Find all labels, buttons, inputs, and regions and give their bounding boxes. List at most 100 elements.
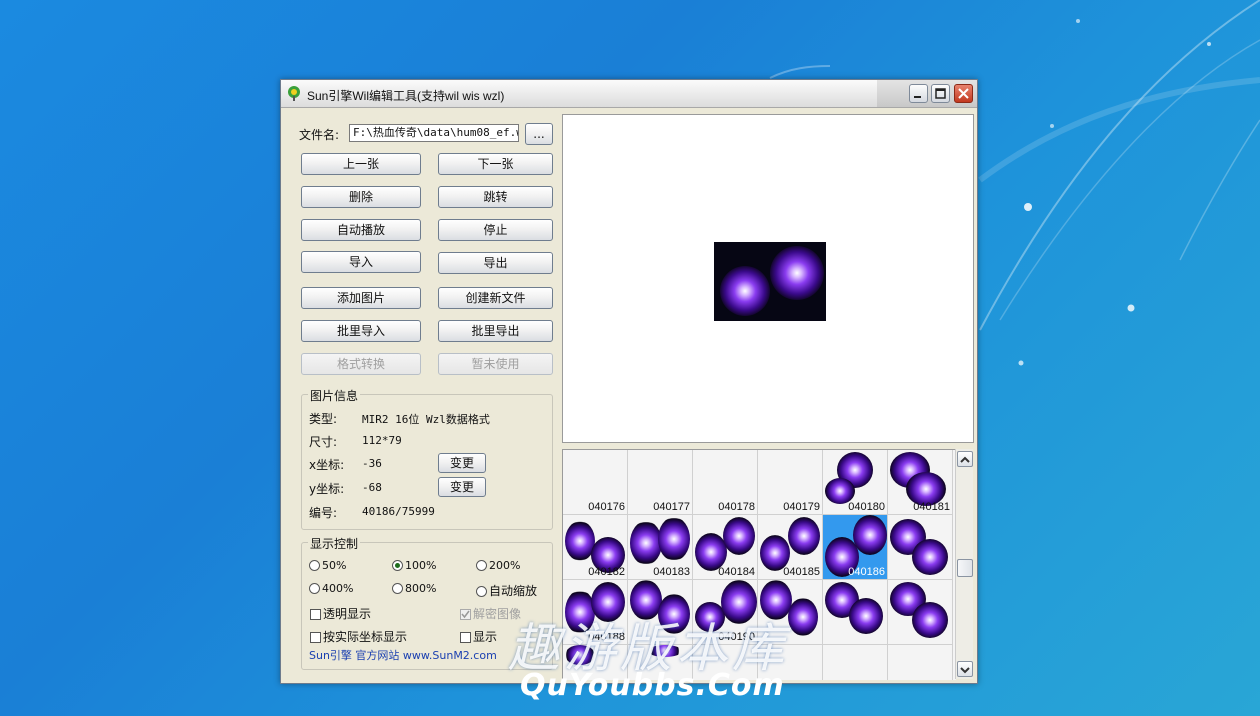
change-x-button[interactable]: 变更 xyxy=(438,453,486,473)
thumbnail-sprite xyxy=(658,594,690,634)
x-coord-label: x坐标: xyxy=(309,458,345,472)
file-path-input[interactable]: F:\热血传奇\data\hum08_ef.w: xyxy=(349,124,519,142)
thumbnail-sprite xyxy=(721,580,757,624)
browse-button[interactable]: ... xyxy=(525,123,553,145)
thumbnail-grid[interactable]: 040176 040177 040178 040179 040180 040181 0401… xyxy=(562,449,956,680)
image-info-title: 图片信息 xyxy=(308,387,361,404)
maximize-icon xyxy=(935,88,946,99)
import-button[interactable]: 导入 xyxy=(301,251,421,273)
thumbnail-cell[interactable]: 040176 xyxy=(563,450,628,515)
y-coord-label: y坐标: xyxy=(309,482,345,496)
image-id-value: 40186/75999 xyxy=(362,505,435,518)
window-title: Sun引擎Wil编辑工具(支持wil wis wzl) xyxy=(307,89,505,103)
thumbnail-scrollbar[interactable] xyxy=(955,449,973,679)
check-icon xyxy=(461,610,470,619)
thumbnail-cell[interactable]: 040188 xyxy=(563,580,628,645)
thumbnail-cell[interactable] xyxy=(563,645,628,680)
thumbnail-number: 040181 xyxy=(913,501,950,513)
thumbnail-cell[interactable] xyxy=(628,580,693,645)
actual-coords-checkbox[interactable]: 按实际坐标显示 xyxy=(310,628,407,645)
thumbnail-sprite xyxy=(853,515,887,555)
thumbnail-number: 040182 xyxy=(588,566,625,578)
checkbox-box xyxy=(460,632,471,643)
unused-button[interactable]: 暂未使用 xyxy=(438,353,553,375)
thumbnail-number: 040190 xyxy=(718,631,755,643)
thumbnail-cell[interactable]: 040182 xyxy=(563,515,628,580)
control-panel: 文件名: F:\热血传奇\data\hum08_ef.w: ... 上一张 下一… xyxy=(281,108,559,683)
next-button[interactable]: 下一张 xyxy=(438,153,553,175)
thumbnail-cell[interactable]: 040183 xyxy=(628,515,693,580)
thumbnail-cell[interactable]: 040178 xyxy=(693,450,758,515)
display-control-title: 显示控制 xyxy=(308,535,361,552)
size-value: 112*79 xyxy=(362,434,402,447)
jump-button[interactable]: 跳转 xyxy=(438,186,553,208)
checkbox-box xyxy=(310,609,321,620)
thumbnail-sprite xyxy=(788,598,818,636)
thumbnail-number: 040179 xyxy=(783,501,820,513)
stop-button[interactable]: 停止 xyxy=(438,219,553,241)
zoom-800-radio[interactable]: 800% xyxy=(392,582,436,595)
minimize-button[interactable] xyxy=(909,84,928,103)
autoplay-button[interactable]: 自动播放 xyxy=(301,219,421,241)
thumbnail-cell[interactable]: 040186 xyxy=(823,515,888,580)
radio-circle xyxy=(476,560,487,571)
maximize-button[interactable] xyxy=(931,84,950,103)
thumbnail-sprite xyxy=(630,521,662,565)
scroll-up-button[interactable] xyxy=(957,451,973,467)
batch-import-button[interactable]: 批里导入 xyxy=(301,320,421,342)
convert-button[interactable]: 格式转换 xyxy=(301,353,421,375)
thumbnail-cell[interactable] xyxy=(888,580,953,645)
change-y-button[interactable]: 变更 xyxy=(438,477,486,497)
decrypt-checkbox[interactable]: 解密图像 xyxy=(460,605,521,622)
thumbnail-cell[interactable] xyxy=(628,645,693,680)
thumbnail-cell[interactable] xyxy=(888,515,953,580)
checkbox-box-checked xyxy=(460,609,471,620)
title-bar[interactable]: Sun引擎Wil编辑工具(支持wil wis wzl) xyxy=(281,80,977,108)
thumbnail-cell[interactable] xyxy=(823,580,888,645)
zoom-50-radio[interactable]: 50% xyxy=(309,559,346,572)
export-button[interactable]: 导出 xyxy=(438,252,553,274)
type-value: MIR2 16位 Wzl数据格式 xyxy=(362,413,490,426)
thumbnail-cell[interactable]: 040180 xyxy=(823,450,888,515)
minimize-icon xyxy=(914,96,921,98)
batch-export-button[interactable]: 批里导出 xyxy=(438,320,553,342)
thumbnail-cell[interactable]: 040179 xyxy=(758,450,823,515)
show-other-checkbox[interactable]: 显示 xyxy=(460,628,497,645)
thumbnail-number: 040178 xyxy=(718,501,755,513)
create-file-button[interactable]: 创建新文件 xyxy=(438,287,553,309)
thumbnail-cell[interactable]: 040177 xyxy=(628,450,693,515)
thumbnail-cell[interactable] xyxy=(823,645,888,680)
thumbnail-cell[interactable]: 040184 xyxy=(693,515,758,580)
thumbnail-sprite xyxy=(648,645,682,657)
scroll-thumb[interactable] xyxy=(957,559,973,577)
image-info-group: 图片信息 类型: MIR2 16位 Wzl数据格式 尺寸: 112*79 x坐标… xyxy=(301,387,553,530)
thumbnail-cell[interactable] xyxy=(758,580,823,645)
zoom-200-radio[interactable]: 200% xyxy=(476,559,520,572)
image-preview xyxy=(562,114,974,443)
add-image-button[interactable]: 添加图片 xyxy=(301,287,421,309)
thumbnail-number: 040184 xyxy=(718,566,755,578)
thumbnail-number: 040183 xyxy=(653,566,690,578)
thumbnail-number: 040185 xyxy=(783,566,820,578)
thumbnail-cell[interactable] xyxy=(888,645,953,680)
prev-button[interactable]: 上一张 xyxy=(301,153,421,175)
chevron-down-icon xyxy=(960,667,970,674)
official-site-link[interactable]: Sun引擎 官方网站 www.SunM2.com xyxy=(309,647,497,663)
thumbnail-cell[interactable] xyxy=(693,645,758,680)
thumbnail-cell[interactable]: 040185 xyxy=(758,515,823,580)
zoom-100-radio[interactable]: 100% xyxy=(392,559,436,572)
thumbnail-number: 040180 xyxy=(848,501,885,513)
close-button[interactable] xyxy=(954,84,973,103)
zoom-400-radio[interactable]: 400% xyxy=(309,582,353,595)
type-label: 类型: xyxy=(309,412,338,426)
scroll-down-button[interactable] xyxy=(957,661,973,677)
zoom-auto-radio[interactable]: 自动缩放 xyxy=(476,582,537,599)
delete-button[interactable]: 删除 xyxy=(301,186,421,208)
thumbnail-number: 040188 xyxy=(588,631,625,643)
transparent-checkbox[interactable]: 透明显示 xyxy=(310,605,371,622)
thumbnail-cell[interactable]: 040190 xyxy=(693,580,758,645)
thumbnail-number: 040186 xyxy=(848,566,885,578)
thumbnail-cell[interactable]: 040181 xyxy=(888,450,953,515)
file-name-label: 文件名: xyxy=(299,128,340,142)
thumbnail-cell[interactable] xyxy=(758,645,823,680)
